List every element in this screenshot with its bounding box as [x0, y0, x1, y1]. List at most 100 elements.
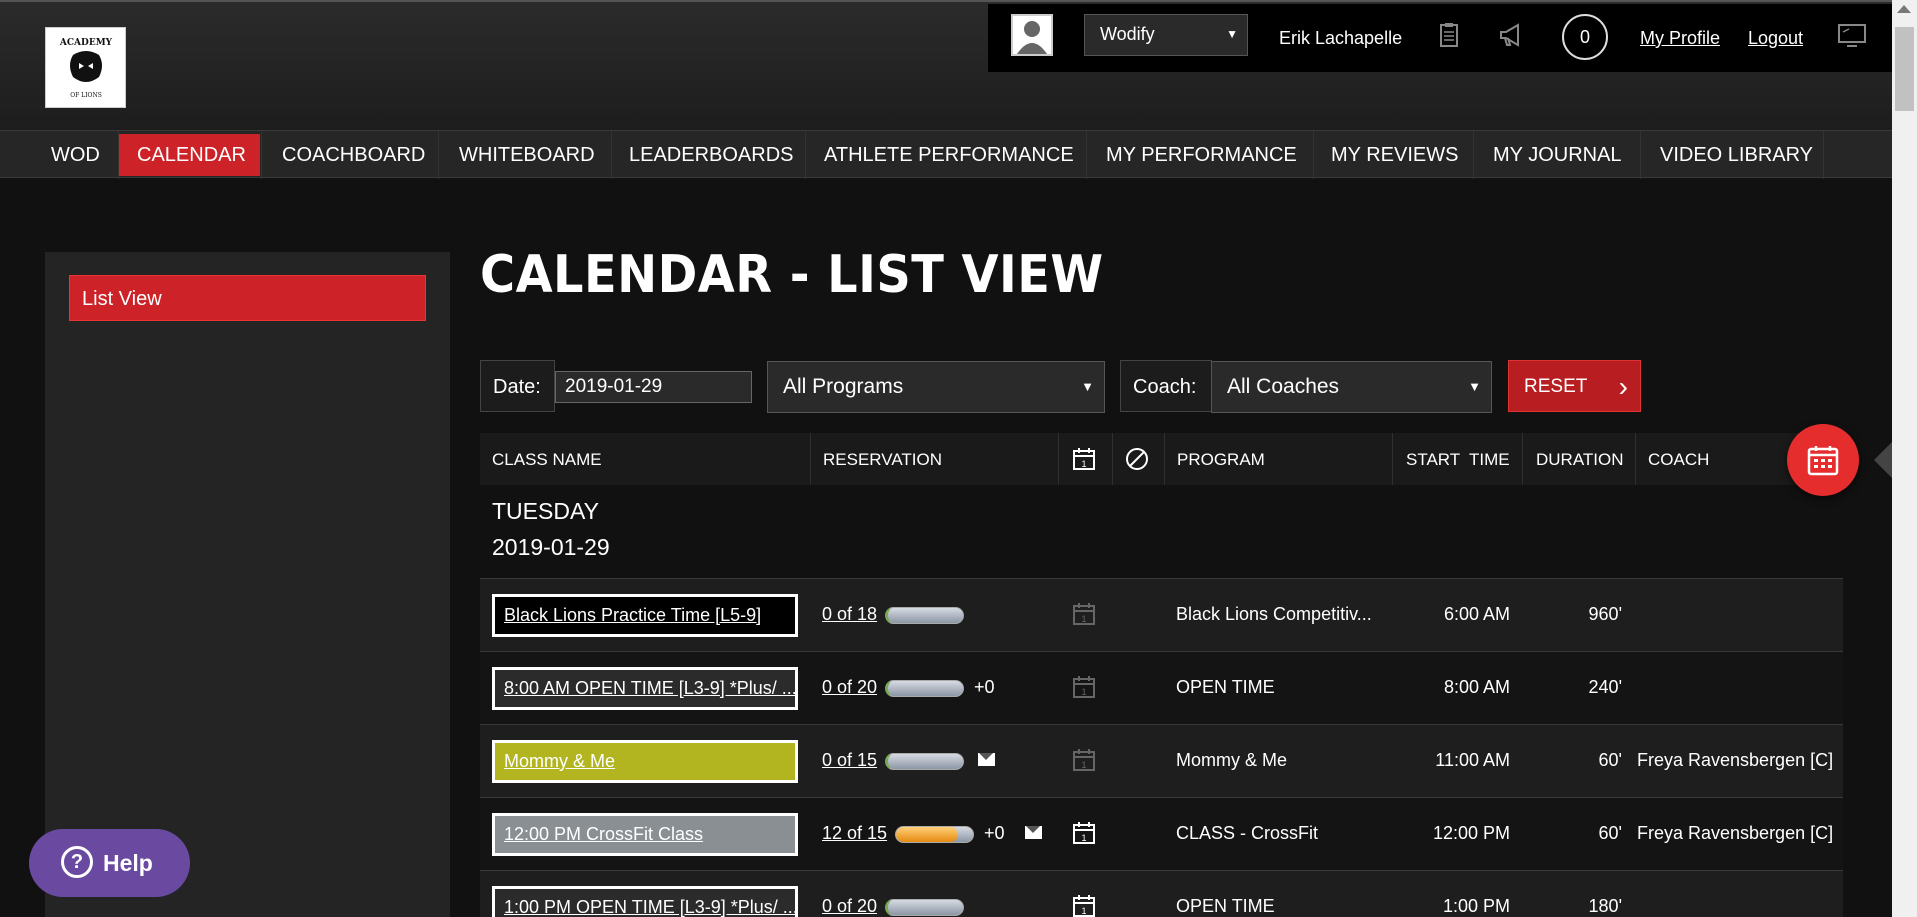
gym-select-value: Wodify — [1100, 24, 1155, 44]
help-icon: ? — [61, 846, 93, 878]
svg-text:1: 1 — [1081, 459, 1086, 469]
clipboard-icon[interactable] — [1434, 20, 1464, 50]
scrollbar[interactable] — [1892, 0, 1917, 917]
program-cell: Mommy & Me — [1176, 750, 1288, 770]
nav-item-my-journal[interactable]: MY JOURNAL — [1475, 134, 1640, 176]
date-label: Date: — [493, 376, 541, 398]
page-title: CALENDAR - LIST VIEW — [480, 245, 1104, 305]
side-panel-toggle[interactable] — [1874, 442, 1892, 478]
gym-logo[interactable]: ACADEMY OF LIONS — [45, 27, 126, 108]
nav-item-calendar[interactable]: CALENDAR — [119, 134, 260, 176]
notification-count[interactable]: 0 — [1562, 14, 1608, 60]
table-row: Mommy & Me 0 of 15 1 Mommy & Me 11:00 AM 60' F… — [480, 724, 1843, 797]
column-divider — [810, 433, 811, 485]
class-name-link[interactable]: 12:00 PM CrossFit Class — [492, 813, 798, 856]
sidebar: List View — [45, 252, 450, 917]
nav-item-athlete-performance[interactable]: ATHLETE PERFORMANCE — [806, 134, 1092, 176]
chevron-right-icon: › — [1618, 371, 1628, 402]
coach-select[interactable]: All Coaches ▼ — [1211, 361, 1492, 413]
nav-item-my-reviews[interactable]: MY REVIEWS — [1313, 134, 1476, 176]
nav-item-coachboard[interactable]: COACHBOARD — [264, 134, 443, 176]
calendar-icon[interactable]: 1 — [1072, 821, 1096, 845]
start-time-cell: 8:00 AM — [1443, 677, 1510, 697]
date-input[interactable] — [555, 371, 752, 403]
waitlist-count: +0 — [984, 823, 1005, 843]
reservation-progress-bar — [885, 607, 964, 624]
header-reservation[interactable]: RESERVATION — [823, 450, 942, 470]
sidebar-item-list-view[interactable]: List View — [69, 275, 426, 321]
reservation-progress-bar — [885, 680, 964, 697]
monitor-icon[interactable] — [1837, 20, 1867, 50]
logout-link[interactable]: Logout — [1748, 28, 1803, 49]
help-label: Help — [103, 850, 153, 876]
mail-icon[interactable] — [978, 753, 995, 766]
reset-label: RESET — [1524, 376, 1588, 397]
reservation-progress-bar — [885, 899, 964, 916]
reservation-link[interactable]: 0 of 20 — [822, 896, 877, 917]
program-cell: OPEN TIME — [1176, 677, 1275, 697]
reservation-link[interactable]: 0 of 15 — [822, 750, 877, 771]
program-select[interactable]: All Programs ▼ — [767, 361, 1105, 413]
duration-cell: 960' — [1588, 604, 1622, 624]
avatar[interactable] — [1011, 14, 1053, 56]
calendar-icon[interactable]: 1 — [1072, 894, 1096, 917]
program-cell: CLASS - CrossFit — [1176, 823, 1319, 843]
svg-text:1: 1 — [1081, 906, 1086, 916]
svg-text:OF LIONS: OF LIONS — [70, 92, 102, 99]
coach-cell: Freya Ravensbergen [C] — [1637, 823, 1834, 843]
duration-cell: 60' — [1598, 750, 1622, 770]
my-profile-link[interactable]: My Profile — [1640, 28, 1720, 49]
header-coach[interactable]: COACH — [1648, 450, 1709, 470]
cancel-icon[interactable] — [1125, 447, 1149, 471]
scroll-thumb[interactable] — [1895, 27, 1914, 111]
scroll-up-arrow-icon[interactable] — [1897, 5, 1911, 13]
coach-select-value: All Coaches — [1227, 375, 1340, 398]
header-class-name[interactable]: CLASS NAME — [492, 450, 602, 470]
table-row: 12:00 PM CrossFit Class 12 of 15 +0 1 CLASS … — [480, 797, 1843, 870]
header-start-time[interactable]: START TIME — [1406, 450, 1510, 470]
user-bar: Wodify ▼ Erik Lachapelle 0 My Profile Lo… — [988, 4, 1892, 72]
lion-logo-icon: ACADEMY OF LIONS — [58, 38, 112, 99]
mail-icon[interactable] — [1025, 826, 1042, 839]
user-name: Erik Lachapelle — [1279, 28, 1403, 48]
calendar-icon[interactable]: 1 — [1072, 447, 1096, 471]
chevron-down-icon: ▼ — [1226, 27, 1238, 41]
nav-item-my-performance[interactable]: MY PERFORMANCE — [1088, 134, 1315, 176]
reservation-progress-fill — [896, 827, 958, 842]
class-name-link[interactable]: 8:00 AM OPEN TIME [L3-9] *Plus/ ... — [492, 667, 798, 710]
column-divider — [1522, 433, 1523, 485]
header-duration[interactable]: DURATION — [1536, 450, 1624, 470]
column-divider — [1164, 433, 1165, 485]
table-row: Black Lions Practice Time [L5-9] 0 of 18 1… — [480, 578, 1843, 651]
table-header: CLASS NAME RESERVATION 1 PROGRAM START T… — [480, 433, 1843, 485]
megaphone-icon[interactable] — [1497, 20, 1527, 50]
svg-text:ACADEMY: ACADEMY — [58, 38, 112, 48]
calendar-icon — [1807, 446, 1839, 476]
start-time-cell: 1:00 PM — [1442, 896, 1510, 916]
column-divider — [1058, 433, 1059, 485]
reservation-link[interactable]: 12 of 15 — [822, 823, 887, 844]
nav-divider — [1640, 131, 1641, 179]
reset-button[interactable]: RESET › — [1508, 360, 1641, 412]
calendar-icon: 1 — [1073, 749, 1095, 771]
program-select-value: All Programs — [783, 375, 904, 398]
header-program[interactable]: PROGRAM — [1177, 450, 1265, 470]
day-name: TUESDAY — [492, 498, 599, 524]
help-button[interactable]: ? Help — [29, 829, 190, 897]
class-name-link[interactable]: Mommy & Me — [492, 740, 798, 783]
reservation-link[interactable]: 0 of 18 — [822, 604, 877, 625]
nav-item-video-library[interactable]: VIDEO LIBRARY — [1642, 134, 1831, 176]
svg-text:1: 1 — [1081, 760, 1086, 770]
column-divider — [1112, 433, 1113, 485]
calendar-icon: 1 — [1073, 603, 1095, 625]
nav-item-whiteboard[interactable]: WHITEBOARD — [441, 134, 613, 176]
reservation-link[interactable]: 0 of 20 — [822, 677, 877, 698]
class-name-link[interactable]: Black Lions Practice Time [L5-9] — [492, 594, 798, 637]
calendar-fab-button[interactable] — [1787, 424, 1859, 496]
svg-text:1: 1 — [1081, 614, 1086, 624]
gym-select[interactable]: Wodify ▼ — [1084, 14, 1248, 56]
nav-item-leaderboards[interactable]: LEADERBOARDS — [611, 134, 812, 176]
column-divider — [1635, 433, 1636, 485]
class-name-link[interactable]: 1:00 PM OPEN TIME [L3-9] *Plus/ ... — [492, 886, 798, 917]
nav-item-wod[interactable]: WOD — [33, 134, 118, 176]
